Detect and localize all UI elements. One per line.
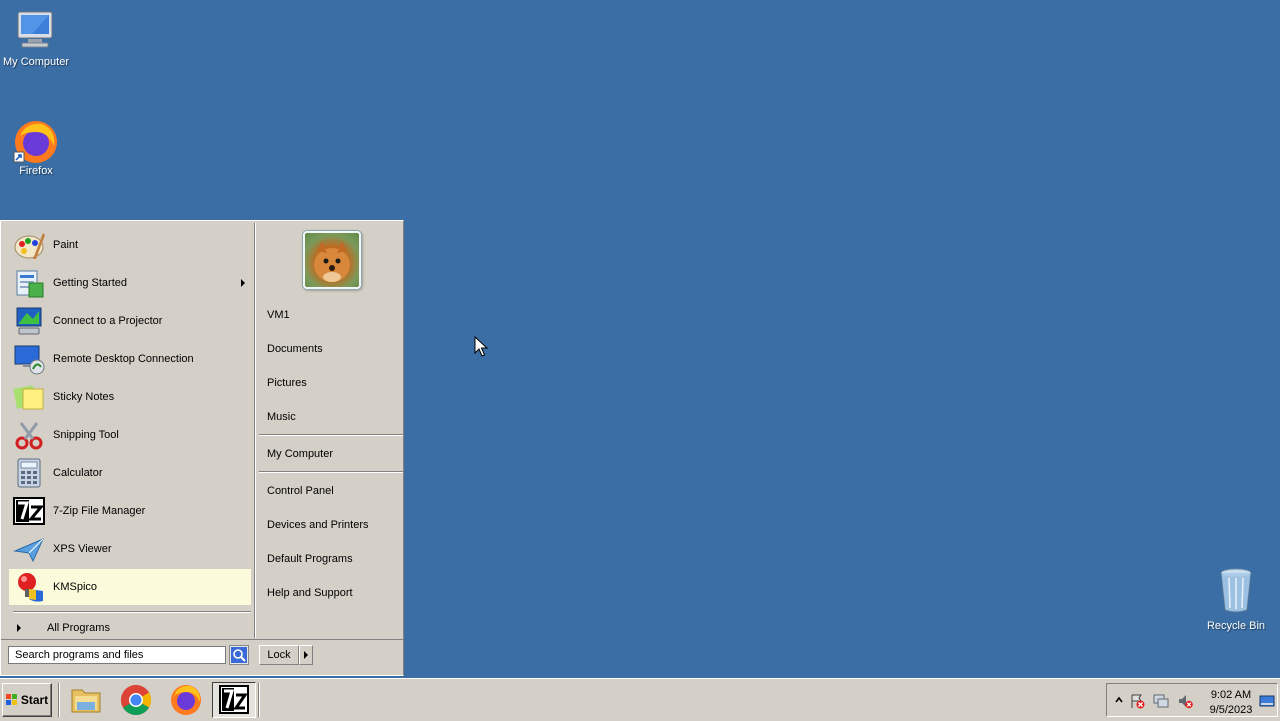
program-item-paint[interactable]: Paint	[9, 227, 251, 263]
program-label: XPS Viewer	[53, 543, 112, 555]
show-hidden-icons-button[interactable]	[1111, 693, 1127, 709]
taskbar: Start 9:02 AM 9/5/2023	[0, 678, 1280, 721]
desktop-icon-firefox[interactable]: Firefox	[0, 118, 76, 177]
program-label: 7-Zip File Manager	[53, 505, 146, 517]
program-label: Calculator	[53, 467, 103, 479]
7zip-icon	[219, 685, 249, 714]
program-label: KMSpico	[53, 581, 98, 593]
divider	[259, 471, 403, 473]
action-center-icon[interactable]	[1129, 693, 1145, 709]
show-desktop-icon	[1259, 695, 1275, 707]
divider	[259, 434, 403, 436]
recycle-bin-icon	[1212, 566, 1260, 613]
program-item-snipping-tool[interactable]: Snipping Tool	[9, 417, 251, 453]
start-label: Start	[20, 693, 49, 707]
taskbar-app-explorer[interactable]	[64, 682, 108, 718]
search-icon	[231, 647, 247, 663]
computer-icon	[12, 10, 60, 54]
start-menu-places-pane: VM1 Documents Pictures Music My Computer…	[254, 223, 403, 638]
program-item-7zip[interactable]: 7-Zip File Manager	[9, 493, 251, 529]
place-link-control-panel[interactable]: Control Panel	[267, 485, 334, 497]
show-desktop-button[interactable]	[1259, 693, 1275, 709]
taskbar-divider	[58, 683, 60, 717]
start-menu-programs-pane: Paint Getting Started Connect to a Proje…	[5, 225, 253, 636]
7zip-icon	[13, 495, 45, 527]
place-link-my-computer[interactable]: My Computer	[267, 448, 333, 460]
taskbar-app-chrome[interactable]	[114, 682, 158, 718]
program-item-getting-started[interactable]: Getting Started	[9, 265, 251, 301]
submenu-arrow-icon	[241, 279, 245, 287]
volume-muted-icon[interactable]	[1177, 693, 1193, 709]
network-icon[interactable]	[1153, 693, 1169, 709]
taskbar-divider	[258, 683, 260, 717]
place-link-devices-printers[interactable]: Devices and Printers	[267, 519, 369, 531]
remote-desktop-icon	[13, 343, 45, 375]
start-menu-bottom-bar: Lock	[1, 639, 403, 676]
chevron-up-icon	[1115, 696, 1123, 703]
getting-started-icon	[13, 267, 45, 299]
lock-button[interactable]: Lock	[259, 645, 299, 665]
search-input[interactable]	[8, 646, 226, 664]
desktop-icon-label: Recycle Bin	[1206, 620, 1266, 632]
windows-logo-icon	[5, 694, 18, 706]
taskbar-app-firefox[interactable]	[164, 682, 208, 718]
snipping-tool-icon	[13, 419, 45, 451]
desktop-icon-label: Firefox	[19, 165, 53, 177]
program-item-connect-projector[interactable]: Connect to a Projector	[9, 303, 251, 339]
all-programs-item[interactable]: All Programs	[9, 618, 251, 638]
chrome-icon	[120, 685, 152, 716]
program-item-xps-viewer[interactable]: XPS Viewer	[9, 531, 251, 567]
desktop-icon-recycle-bin[interactable]: Recycle Bin	[1196, 566, 1276, 632]
program-label: Connect to a Projector	[53, 315, 163, 327]
program-item-remote-desktop[interactable]: Remote Desktop Connection	[9, 341, 251, 377]
program-item-calculator[interactable]: Calculator	[9, 455, 251, 491]
program-label: Snipping Tool	[53, 429, 119, 441]
clock-date: 9/5/2023	[1209, 704, 1253, 716]
xps-viewer-icon	[13, 533, 45, 565]
place-link-documents[interactable]: Documents	[267, 343, 323, 355]
desktop-icon-label: My Computer	[2, 56, 70, 68]
start-button[interactable]: Start	[2, 683, 52, 717]
desktop-icon-my-computer[interactable]: My Computer	[0, 10, 76, 68]
program-item-sticky-notes[interactable]: Sticky Notes	[9, 379, 251, 415]
program-label: Paint	[53, 239, 79, 251]
mouse-cursor-icon	[474, 335, 489, 358]
program-item-kmspico[interactable]: KMSpico	[9, 569, 251, 605]
all-programs-label: All Programs	[47, 622, 110, 634]
expand-arrow-icon	[17, 624, 21, 632]
place-link-default-programs[interactable]: Default Programs	[267, 553, 353, 565]
user-avatar[interactable]	[303, 231, 361, 289]
program-label: Sticky Notes	[53, 391, 115, 403]
kmspico-icon	[13, 571, 45, 603]
clock[interactable]: 9:02 AM 9/5/2023	[1205, 688, 1257, 718]
sticky-notes-icon	[13, 381, 45, 413]
explorer-icon	[71, 689, 101, 713]
taskbar-app-7zip[interactable]	[212, 682, 256, 718]
clock-time: 9:02 AM	[1210, 689, 1252, 701]
place-link-music[interactable]: Music	[267, 411, 296, 423]
divider	[13, 611, 251, 613]
lock-options-button[interactable]	[299, 645, 313, 665]
place-link-help-support[interactable]: Help and Support	[267, 587, 353, 599]
place-link-pictures[interactable]: Pictures	[267, 377, 307, 389]
firefox-icon	[12, 118, 60, 163]
firefox-icon	[171, 685, 201, 715]
program-label: Getting Started	[53, 277, 127, 289]
start-menu: Paint Getting Started Connect to a Proje…	[0, 220, 404, 676]
projector-icon	[13, 305, 45, 337]
program-label: Remote Desktop Connection	[53, 353, 194, 365]
paint-icon	[13, 229, 45, 261]
search-button[interactable]	[229, 645, 249, 665]
calculator-icon	[13, 457, 45, 489]
place-link-user[interactable]: VM1	[267, 309, 290, 321]
system-tray: 9:02 AM 9/5/2023	[1106, 683, 1278, 717]
